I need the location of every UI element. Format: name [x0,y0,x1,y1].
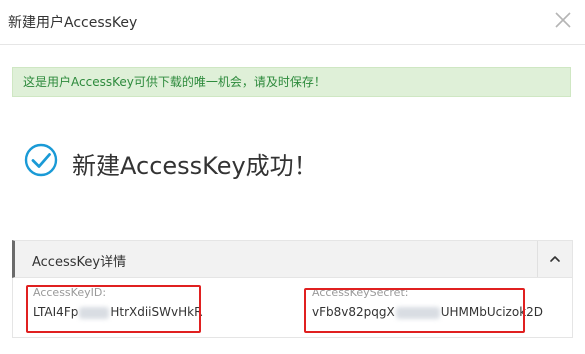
accesskey-id-suffix: HtrXdiiSWvHkR [110,305,203,319]
redacted-blur [395,306,440,319]
collapse-details-button[interactable] [537,241,572,277]
create-accesskey-dialog: 新建用户AccessKey 这是用户AccessKey可供下载的唯一机会，请及时… [0,0,585,354]
save-notice-banner: 这是用户AccessKey可供下载的唯一机会，请及时保存！ [12,67,571,97]
accesskey-id-label: AccessKeyID: [33,286,107,299]
check-circle-icon [24,143,58,177]
accesskey-id-prefix: LTAI4Fp [33,305,79,319]
details-title: AccessKey详情 [32,255,127,270]
close-icon [555,12,571,28]
accesskey-id-value[interactable]: LTAI4Fp HtrXdiiSWvHkR [33,303,202,321]
chevron-up-icon [550,256,560,262]
dialog-header: 新建用户AccessKey [0,0,585,45]
accesskey-details-body: AccessKeyID: LTAI4Fp HtrXdiiSWvHkR Access… [12,278,573,338]
accesskey-id-field: AccessKeyID: LTAI4Fp HtrXdiiSWvHkR [33,286,202,321]
accesskey-secret-field: AccessKeySecret: vFb8v82pqgX UHMMbUcizok2… [312,286,543,321]
accesskey-details-header[interactable]: AccessKey详情 [12,240,573,278]
accesskey-secret-prefix: vFb8v82pqgX [312,305,395,319]
accesskey-secret-suffix: UHMMbUcizok2D [440,305,544,319]
success-text: 新建AccessKey成功！ [72,152,318,180]
accesskey-secret-label: AccessKeySecret: [312,286,409,299]
dialog-title: 新建用户AccessKey [8,15,138,31]
accesskey-secret-value[interactable]: vFb8v82pqgX UHMMbUcizok2D [312,303,543,321]
close-button[interactable] [551,8,575,32]
redacted-blur [79,306,110,319]
